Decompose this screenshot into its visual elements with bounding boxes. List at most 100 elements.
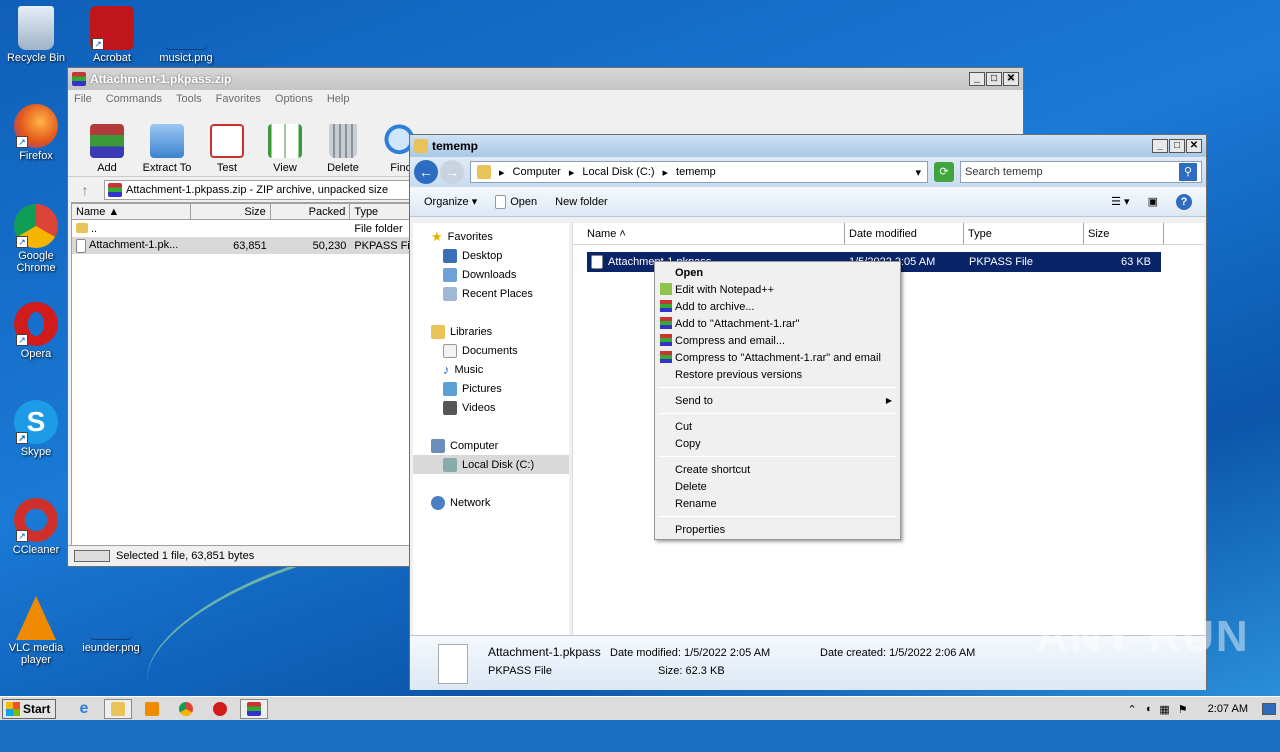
taskbar-chrome[interactable] [172,699,200,719]
menu-compress-email[interactable]: Compress and email... [657,332,898,349]
menu-create-shortcut[interactable]: Create shortcut [657,461,898,478]
menu-add-to-rar[interactable]: Add to "Attachment-1.rar" [657,315,898,332]
desktop-icon-chrome[interactable]: ↗ Google Chrome [1,204,71,274]
menu-properties[interactable]: Properties [657,521,898,538]
nav-videos[interactable]: Videos [413,398,569,417]
new-folder-button[interactable]: New folder [555,196,608,208]
menu-restore-previous[interactable]: Restore previous versions [657,366,898,383]
forward-button[interactable]: → [440,160,464,184]
menu-delete[interactable]: Delete [657,478,898,495]
menu-favorites[interactable]: Favorites [216,93,261,105]
show-hidden-icons[interactable]: ⌃ [1127,703,1136,716]
menu-cut[interactable]: Cut [657,418,898,435]
network-tray-icon[interactable]: ▦ [1159,703,1169,716]
minimize-button[interactable]: _ [1152,139,1168,153]
menu-add-to-archive[interactable]: Add to archive... [657,298,898,315]
taskbar-opera[interactable] [206,699,234,719]
nav-computer[interactable]: Computer [413,436,569,455]
menu-options[interactable]: Options [275,93,313,105]
breadcrumb-tememp[interactable]: tememp [676,166,716,178]
search-icon[interactable]: ⚲ [1179,163,1197,181]
column-date-modified[interactable]: Date modified [845,223,964,244]
nav-network[interactable]: Network [413,493,569,512]
open-button[interactable]: Open [495,194,537,209]
table-row[interactable]: Attachment-1.pk... 63,851 50,230 PKPASS … [72,237,410,254]
nav-desktop[interactable]: Desktop [413,246,569,265]
desktop-icon-musict[interactable]: musict.png [151,6,221,64]
up-arrow-icon[interactable]: ↑ [72,182,98,198]
nav-pictures[interactable]: Pictures [413,379,569,398]
column-name[interactable]: Name ▲ [72,204,192,219]
column-size[interactable]: Size [1084,223,1164,244]
volume-icon[interactable]: ◖ [1145,703,1152,715]
minimize-button[interactable]: _ [969,72,985,86]
menu-tools[interactable]: Tools [176,93,202,105]
desktop-icon-ccleaner[interactable]: ↗ CCleaner [1,498,71,556]
close-button[interactable]: ✕ [1003,72,1019,86]
nav-documents[interactable]: Documents [413,341,569,360]
taskbar-winrar[interactable] [240,698,268,719]
zip-archive-icon [108,182,122,197]
column-type[interactable]: Type [964,223,1084,244]
desktop-icon-ieunder[interactable]: ieunder.png [76,596,146,654]
breadcrumb[interactable]: ▸ Computer ▸ Local Disk (C:) ▸ tememp ▾ [470,161,928,183]
close-button[interactable]: ✕ [1186,139,1202,153]
preview-pane-icon[interactable]: ▣ [1148,195,1158,208]
taskbar-ie[interactable]: e [70,699,98,719]
menu-file[interactable]: File [74,93,92,105]
show-desktop-icon[interactable] [1262,703,1276,715]
menu-edit-notepad[interactable]: Edit with Notepad++ [657,281,898,298]
desktop-icon-recycle-bin[interactable]: Recycle Bin [1,6,71,64]
menu-rename[interactable]: Rename [657,495,898,512]
column-size[interactable]: Size [191,204,271,219]
back-button[interactable]: ← [414,160,438,184]
extract-folder-icon [150,124,184,158]
nav-libraries[interactable]: Libraries [413,322,569,341]
desktop-icon-firefox[interactable]: ↗ Firefox [1,104,71,162]
column-name[interactable]: Name ˄ [573,223,845,244]
breadcrumb-local-disk[interactable]: Local Disk (C:) [582,166,654,178]
view-button[interactable]: View [256,124,314,174]
menu-commands[interactable]: Commands [106,93,162,105]
column-type[interactable]: Type [350,204,410,219]
desktop-icon-acrobat[interactable]: ↗ Acrobat [77,6,147,64]
menu-separator [659,516,896,517]
desktop-icon-skype[interactable]: S ↗ Skype [1,400,71,458]
clock[interactable]: 2:07 AM [1208,703,1248,715]
nav-local-disk[interactable]: Local Disk (C:) [413,455,569,474]
taskbar-media-player[interactable] [138,699,166,719]
organize-button[interactable]: Organize ▾ [424,195,477,208]
menu-copy[interactable]: Copy [657,435,898,452]
toolbar-label: View [273,162,297,174]
column-packed[interactable]: Packed [271,204,351,219]
view-options-icon[interactable]: ☰ ▾ [1111,195,1129,208]
nav-music[interactable]: ♪ Music [413,360,569,379]
menu-compress-rar-email[interactable]: Compress to "Attachment-1.rar" and email [657,349,898,366]
desktop-icon-vlc[interactable]: VLC media player [1,596,71,666]
nav-favorites[interactable]: ★ Favorites [413,227,569,246]
start-button[interactable]: Start [2,698,56,719]
delete-button[interactable]: Delete [314,124,372,174]
breadcrumb-computer[interactable]: Computer [513,166,561,178]
taskbar-explorer[interactable] [104,698,132,719]
refresh-icon[interactable]: ⟳ [934,162,954,182]
menu-send-to[interactable]: Send to ▶ [657,392,898,409]
nav-downloads[interactable]: Downloads [413,265,569,284]
test-button[interactable]: Test [198,124,256,174]
extract-to-button[interactable]: Extract To [136,124,198,174]
maximize-button[interactable]: □ [986,72,1002,86]
maximize-button[interactable]: □ [1169,139,1185,153]
action-center-icon[interactable]: ⚑ [1178,703,1188,716]
chevron-down-icon[interactable]: ▾ [915,166,921,179]
table-row[interactable]: .. File folder [72,220,410,237]
search-input[interactable]: Search tememp ⚲ [960,161,1202,183]
explorer-icon [111,701,125,716]
menu-open[interactable]: Open [657,264,898,281]
nav-recent-places[interactable]: Recent Places [413,284,569,303]
menu-help[interactable]: Help [327,93,350,105]
menu-separator [659,413,896,414]
add-button[interactable]: Add [78,124,136,174]
desktop-icon-opera[interactable]: ↗ Opera [1,302,71,360]
status-text: Selected 1 file, 63,851 bytes [116,549,255,562]
help-icon[interactable]: ? [1176,193,1192,210]
